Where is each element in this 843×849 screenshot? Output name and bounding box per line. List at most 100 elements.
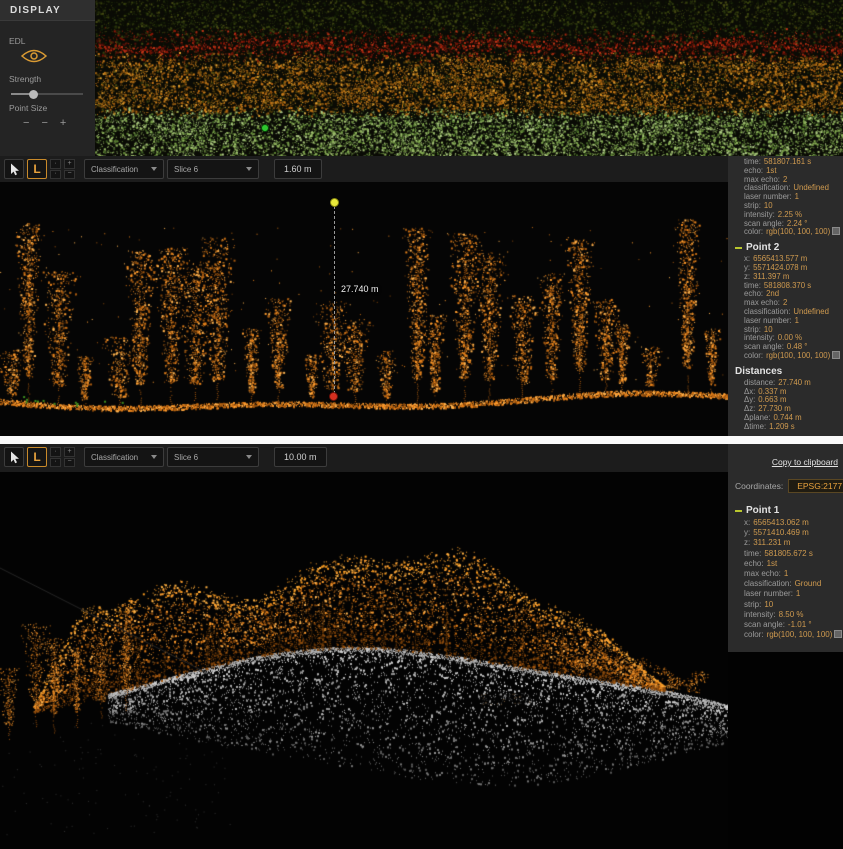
attribute-label: strip: (744, 325, 761, 334)
attribute-value: rgb(100, 100, 100) (767, 630, 833, 639)
point-size-decrease-button[interactable]: − (23, 118, 29, 129)
distance-label: Δtime: (744, 422, 766, 431)
distance-value: 1.209 s (769, 422, 795, 431)
attribute-row: color:rgb(100, 100, 100) (744, 630, 843, 640)
length-tool-button[interactable]: L (27, 159, 47, 179)
attribute-label: color: (744, 630, 764, 639)
select-tool-button[interactable] (4, 159, 24, 179)
length-tool-button[interactable]: L (27, 447, 47, 467)
attribute-value: 1 (796, 589, 800, 598)
attribute-row: color:rgb(100, 100, 100) (744, 352, 843, 361)
chevron-down-icon (151, 455, 157, 459)
display-panel: DISPLAY EDL Strength Point Size − (0, 0, 95, 156)
slice-width-increase-button[interactable]: + (64, 447, 75, 457)
section-info-panel: time:581807.161 s echo:1st max echo:2 cl… (728, 156, 843, 436)
distance-row: Δtime:1.209 s (744, 423, 843, 432)
attribute-row: x:6565413.062 m (744, 518, 843, 528)
collapse-icon[interactable] (735, 510, 742, 512)
distance-label: Δy: (744, 395, 755, 404)
coordinates-value[interactable]: EPSG:2177 (788, 479, 843, 493)
attribute-label: max echo: (744, 569, 781, 578)
classification-dropdown-label: Classification (91, 453, 146, 462)
profile-pointcloud-canvas[interactable] (0, 472, 728, 849)
point1-title: Point 1 (746, 505, 779, 516)
slice-width-decrease-button[interactable]: − (64, 458, 75, 468)
attribute-value: 0.48 ° (787, 342, 807, 351)
section-pointcloud-canvas[interactable] (0, 182, 728, 436)
attribute-label: strip: (744, 201, 761, 210)
profile-info-panel: Copy to clipboard Coordinates: EPSG:2177… (728, 444, 843, 652)
edl-strength-slider[interactable] (11, 93, 83, 95)
cursor-icon (9, 451, 20, 464)
copy-to-clipboard-link[interactable]: Copy to clipboard (772, 457, 838, 467)
strength-label: Strength (9, 74, 86, 84)
attribute-value: 311.397 m (753, 272, 789, 281)
edl-toggle-button[interactable] (21, 49, 47, 66)
attribute-label: scan angle: (744, 342, 784, 351)
distance-label: Δplane: (744, 413, 770, 422)
slice-dropdown[interactable]: Slice 6 (167, 447, 259, 467)
point-size-controls: − − + (23, 118, 86, 129)
attribute-value: 6565413.577 m (753, 254, 807, 263)
attribute-label: classification: (744, 183, 790, 192)
ortho-pointcloud-canvas[interactable] (95, 0, 843, 156)
measurement-point-bottom[interactable] (329, 392, 338, 401)
attribute-value: 581807.161 s (764, 157, 811, 166)
attribute-label: laser number: (744, 192, 792, 201)
measurement-point-top[interactable] (330, 198, 339, 207)
slice-dropdown[interactable]: Slice 6 (167, 159, 259, 179)
attribute-label: intensity: (744, 210, 775, 219)
attribute-value: 0.00 % (778, 333, 802, 342)
distance-value: 0.663 m (758, 395, 786, 404)
attribute-label: classification: (744, 579, 792, 588)
attribute-value: 1st (767, 559, 778, 568)
attribute-value: 581808.370 s (764, 281, 811, 290)
point-size-increase-button[interactable]: + (60, 118, 66, 129)
coordinates-row: Coordinates: EPSG:2177 (735, 475, 843, 500)
slice-width-increase-button[interactable]: + (64, 159, 75, 169)
slice-step-up-button[interactable]: · (50, 447, 61, 457)
attribute-label: intensity: (744, 610, 776, 619)
attribute-label: laser number: (744, 589, 793, 598)
attribute-value: 2.24 ° (787, 219, 807, 228)
attribute-row: classification:Ground (744, 579, 843, 589)
attribute-value: 8.50 % (779, 610, 804, 619)
slice-step-down-button[interactable]: · (50, 170, 61, 180)
attribute-value: 10 (764, 600, 773, 609)
collapse-icon[interactable] (735, 247, 742, 249)
select-tool-button[interactable] (4, 447, 24, 467)
attribute-label: y: (744, 263, 750, 272)
edl-label: EDL (9, 36, 86, 46)
point1-header: Point 1 (735, 505, 843, 516)
classification-dropdown[interactable]: Classification (84, 159, 164, 179)
attribute-row: time:581805.672 s (744, 549, 843, 559)
slice-width-decrease-button[interactable]: − (64, 170, 75, 180)
eye-icon (21, 49, 47, 63)
attribute-value: 2 (783, 175, 787, 184)
attribute-label: echo: (744, 559, 764, 568)
slice-width-buttons: + − (64, 159, 75, 179)
attribute-row: z:311.231 m (744, 538, 843, 548)
slice-step-up-button[interactable]: · (50, 159, 61, 169)
attribute-value: 1 (795, 316, 799, 325)
point-size-step-button[interactable]: − (41, 118, 47, 129)
slice-step-buttons: · · (50, 447, 61, 467)
attribute-label: scan angle: (744, 620, 785, 629)
classification-dropdown[interactable]: Classification (84, 447, 164, 467)
slider-handle[interactable] (29, 90, 38, 99)
attribute-label: y: (744, 528, 750, 537)
picked-point-marker[interactable] (261, 124, 269, 132)
attribute-value: -1.01 ° (788, 620, 812, 629)
color-swatch (833, 352, 839, 358)
slice-step-down-button[interactable]: · (50, 458, 61, 468)
slice-width-value[interactable]: 1.60 m (274, 159, 322, 179)
attribute-row: laser number:1 (744, 589, 843, 599)
section-viewport: L · · + − Classification Slice 6 1.60 (0, 156, 728, 436)
attribute-value: Ground (795, 579, 822, 588)
attribute-value: rgb(100, 100, 100) (766, 227, 830, 236)
profile-viewport: L · · + − Classification Slice 6 10.00 (0, 444, 728, 849)
chevron-down-icon (246, 455, 252, 459)
slice-width-value[interactable]: 10.00 m (274, 447, 327, 467)
classification-dropdown-label: Classification (91, 165, 146, 174)
attribute-label: time: (744, 281, 761, 290)
